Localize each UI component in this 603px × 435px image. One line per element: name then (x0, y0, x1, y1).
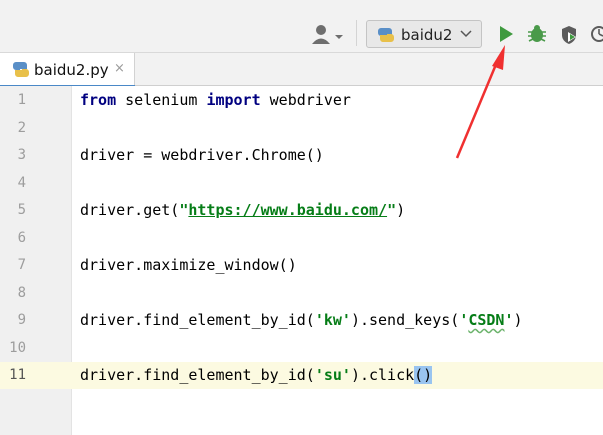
code-line[interactable]: 7 driver.maximize_window() (0, 252, 603, 279)
main-toolbar: baidu2 (0, 0, 603, 52)
line-number: 9 (17, 312, 26, 328)
code-line[interactable]: 9 driver.find_element_by_id('kw').send_ke… (0, 307, 603, 334)
code-token: ) (396, 201, 406, 219)
code-token: webdriver (260, 91, 351, 109)
python-file-icon (13, 62, 29, 77)
user-menu-button[interactable] (309, 22, 345, 48)
code-token: from (80, 91, 117, 109)
code-token: import (206, 91, 261, 109)
code-line[interactable]: 5 driver.get("https://www.baidu.com/") (0, 197, 603, 224)
play-icon[interactable] (497, 24, 515, 44)
line-number: 2 (17, 119, 26, 136)
code-line[interactable]: 3 driver = webdriver.Chrome() (0, 142, 603, 169)
chevron-down-icon (460, 30, 472, 38)
code-token: ).send_keys( (350, 311, 460, 329)
code-token: driver.find_element_by_id( (80, 366, 315, 384)
code-line[interactable]: 8 (0, 280, 603, 307)
code-line[interactable]: 6 (0, 225, 603, 252)
toolbar-separator (356, 20, 357, 46)
code-token: ).click (350, 366, 415, 384)
line-number: 6 (17, 229, 26, 246)
code-token: driver.find_element_by_id( (80, 311, 315, 329)
python-icon (378, 28, 394, 42)
code-line[interactable]: 10 (0, 335, 603, 362)
code-text: from selenium import webdriver (80, 87, 351, 114)
code-token: 'su' (314, 366, 351, 384)
code-text: driver.find_element_by_id('kw').send_key… (80, 307, 523, 334)
code-line[interactable]: 2 (0, 115, 603, 142)
line-number: 4 (17, 174, 26, 191)
code-token: CSDN (468, 311, 505, 329)
line-number: 3 (17, 147, 26, 163)
code-token: ' (459, 311, 469, 329)
code-line[interactable]: 4 (0, 170, 603, 197)
line-number: 7 (17, 257, 26, 273)
line-number: 10 (9, 339, 26, 356)
run-configuration-selector[interactable]: baidu2 (366, 20, 482, 48)
code-token: 'kw' (314, 311, 351, 329)
code-token: () (414, 366, 433, 384)
line-number: 1 (17, 92, 26, 108)
bug-icon[interactable] (527, 24, 547, 44)
editor-tab-label: baidu2.py (34, 61, 109, 79)
code-token: driver.maximize_window() (80, 256, 297, 274)
code-text: driver.find_element_by_id('su').click() (80, 362, 433, 389)
code-line[interactable]: 1 from selenium import webdriver (0, 87, 603, 114)
code-token: ) (513, 311, 523, 329)
code-text: driver = webdriver.Chrome() (80, 142, 324, 169)
code-line[interactable]: 11 driver.find_element_by_id('su').click(… (0, 362, 603, 389)
run-configuration-name: baidu2 (401, 26, 453, 44)
code-token: driver.get( (80, 201, 180, 219)
code-token: driver = webdriver.Chrome() (80, 146, 324, 164)
line-number: 5 (17, 202, 26, 218)
editor-tab-bar: baidu2.py × (0, 52, 603, 88)
code-text: driver.maximize_window() (80, 252, 297, 279)
line-number: 8 (17, 284, 26, 301)
code-token: selenium (116, 91, 207, 109)
code-token: https://www.baidu.com/ (188, 201, 388, 219)
chevron-down-icon (335, 35, 343, 39)
shield-run-icon[interactable] (559, 24, 581, 46)
close-icon[interactable]: × (114, 61, 125, 76)
editor-tab-baidu2[interactable]: baidu2.py × (0, 53, 135, 88)
code-token: ' (504, 311, 514, 329)
profiler-icon[interactable] (589, 24, 603, 44)
code-token: " (387, 201, 397, 219)
user-icon (312, 25, 343, 44)
code-text: driver.get("https://www.baidu.com/") (80, 197, 405, 224)
line-number: 11 (9, 367, 26, 383)
